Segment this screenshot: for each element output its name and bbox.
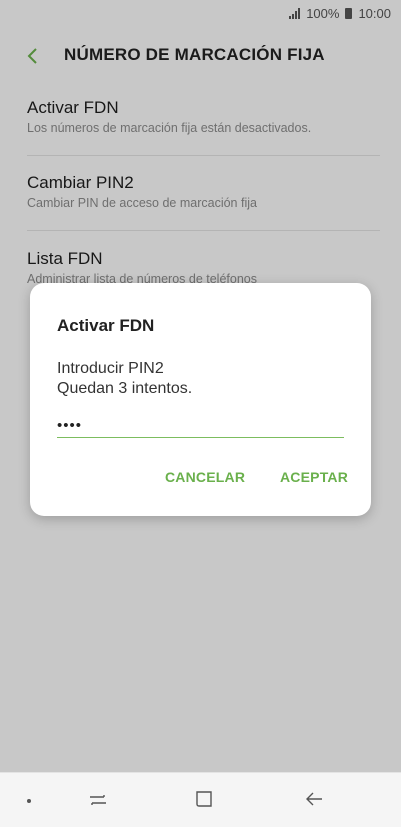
recent-apps-icon [90, 795, 106, 805]
home-icon [196, 791, 212, 807]
nav-back-icon [306, 792, 322, 806]
dialog-message-line: Quedan 3 intentos. [57, 380, 193, 397]
nav-back-button[interactable] [303, 787, 327, 811]
settings-screen: 100% 10:00 NÚMERO DE MARCACIÓN FIJA Acti… [0, 0, 401, 827]
dialog-message: Introducir PIN2 Quedan 3 intentos. [57, 359, 192, 399]
activar-fdn-dialog: Activar FDN Introducir PIN2 Quedan 3 int… [30, 283, 371, 516]
recent-apps-button[interactable] [86, 787, 110, 811]
home-button[interactable] [192, 787, 216, 811]
dialog-title: Activar FDN [57, 316, 155, 335]
accept-button[interactable]: ACEPTAR [280, 469, 348, 485]
dialog-message-line: Introducir PIN2 [57, 360, 164, 377]
cancel-button[interactable]: CANCELAR [165, 469, 245, 485]
navigation-bar [0, 772, 401, 827]
keyboard-hint-dot [27, 799, 31, 803]
pin2-input[interactable] [57, 413, 344, 438]
